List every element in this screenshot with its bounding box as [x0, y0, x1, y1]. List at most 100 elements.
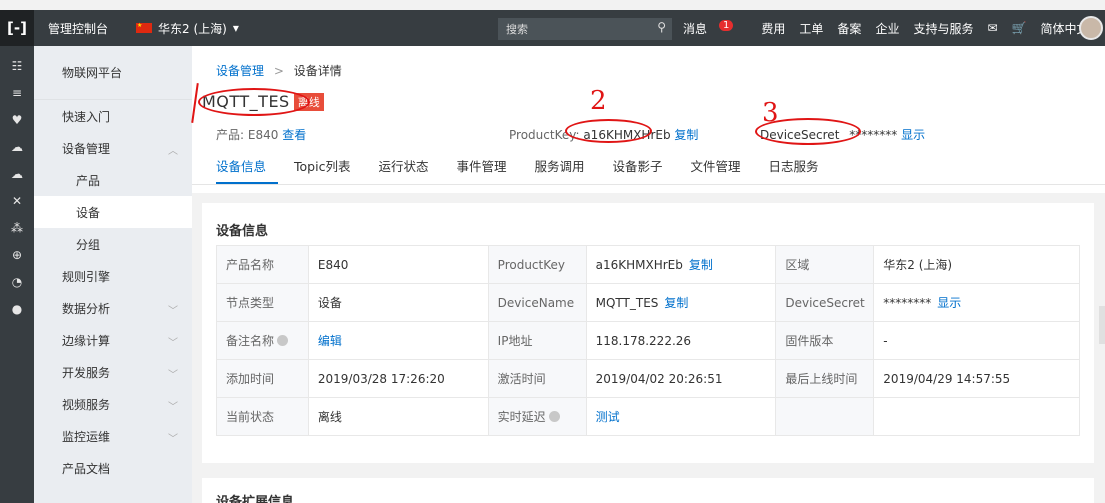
action-link[interactable]: 复制 — [664, 296, 688, 310]
search-icon[interactable]: ⚲ — [657, 20, 666, 34]
sidebar-item[interactable]: 开发服务 ﹀ — [34, 356, 192, 388]
billing-link[interactable]: 费用 — [761, 20, 785, 37]
field-label: DeviceName — [497, 295, 575, 310]
tab-device-shadow[interactable]: 设备影子 — [613, 156, 663, 182]
sidebar-item[interactable]: 设备管理 ︿ — [34, 132, 192, 164]
chevron-icon: ﹀ — [168, 306, 178, 317]
sidebar-item-label: 监控运维 — [62, 429, 111, 444]
field-value: 华东2 (上海) — [883, 258, 953, 272]
sidebar-item[interactable]: 分组 — [34, 228, 192, 260]
tab-run-status[interactable]: 运行状态 — [378, 156, 428, 182]
sidebar-item-label: 分组 — [76, 237, 101, 252]
enterprise-link[interactable]: 企业 — [875, 20, 899, 37]
field-value: E840 — [317, 257, 349, 272]
chevron-icon: ﹀ — [168, 402, 178, 413]
ticket-link[interactable]: 工单 — [799, 20, 823, 37]
table-key-cell — [775, 397, 875, 436]
top-navbar: [-] 管理控制台 华东2 (上海) ▾ 搜索 ⚲ 消息1 费用 工单 备案 企… — [0, 10, 1105, 46]
sidebar-item-label: 开发服务 — [62, 365, 111, 380]
menu-icon[interactable]: ≡ — [0, 79, 34, 106]
device-info-card: 设备信息 产品名称 E840 ProductKey a16KHMXHrEb 复制 区域 华东… — [202, 203, 1094, 463]
productkey-copy-link[interactable]: 复制 — [674, 128, 698, 142]
sidebar-item-label: 数据分析 — [62, 301, 111, 316]
grid-icon[interactable]: ☷ — [0, 52, 34, 79]
tab-device-info[interactable]: 设备信息 — [216, 156, 266, 182]
field-label: 添加时间 — [226, 372, 275, 386]
annotation-circle-1 — [198, 88, 310, 116]
field-value: a16KHMXHrEb — [595, 258, 683, 272]
product-meta: 产品: E840 查看 — [216, 126, 306, 143]
sidebar-item[interactable]: 数据分析 ﹀ — [34, 292, 192, 324]
sidebar-item[interactable]: 设备 — [34, 196, 192, 228]
tab-service-call[interactable]: 服务调用 — [535, 156, 585, 182]
console-link[interactable]: 管理控制台 — [48, 20, 108, 37]
field-value: ******** — [883, 296, 932, 310]
table-key-cell: 节点类型 — [216, 283, 309, 322]
product-label: 产品: E840 — [216, 128, 279, 142]
action-link[interactable]: 复制 — [689, 258, 713, 272]
gauge-icon[interactable]: ◔ — [0, 268, 34, 295]
field-label: 最后上线时间 — [785, 372, 858, 386]
table-key-cell: 产品名称 — [216, 245, 309, 284]
action-link[interactable]: 编辑 — [318, 334, 342, 348]
region-label: 华东2 (上海) — [158, 21, 227, 36]
messages-link[interactable]: 消息 1 — [683, 19, 747, 37]
heart-icon[interactable]: ♥ — [0, 106, 34, 133]
product-view-link[interactable]: 查看 — [282, 128, 306, 142]
breadcrumb: 设备管理 > 设备详情 — [216, 62, 342, 79]
cloud-alt-icon[interactable]: ☁ — [0, 160, 34, 187]
field-value: - — [883, 333, 888, 348]
product-icon-bar: ☷ ≡ ♥ ☁ ☁ ✕ ⁂ ⊕ ◔ ● — [0, 46, 34, 503]
avatar[interactable] — [1079, 16, 1103, 40]
tab-topic-list[interactable]: Topic列表 — [294, 156, 350, 182]
table-key-cell: 实时延迟 — [487, 397, 587, 436]
action-link[interactable]: 显示 — [937, 296, 961, 310]
help-icon[interactable] — [548, 411, 560, 422]
tab-log-service[interactable]: 日志服务 — [769, 156, 819, 182]
field-label: 备注名称 — [226, 334, 275, 348]
breadcrumb-device-management[interactable]: 设备管理 — [216, 64, 264, 78]
sidebar-item[interactable]: 视频服务 ﹀ — [34, 388, 192, 420]
sidebar-item-label: 产品 — [76, 173, 101, 188]
device-ext-title: 设备扩展信息 — [216, 495, 295, 503]
cloud-icon[interactable]: ☁ — [0, 133, 34, 160]
scrollbar[interactable] — [1099, 306, 1105, 344]
table-value-cell: 2019/04/29 14:57:55 — [873, 359, 1080, 398]
sidebar-item[interactable]: 规则引擎 — [34, 260, 192, 292]
help-icon[interactable] — [277, 335, 289, 346]
field-value: 2019/03/28 17:26:20 — [317, 371, 445, 386]
field-label: 区域 — [785, 258, 810, 272]
annotation-number-3: 3 — [762, 98, 779, 128]
sidebar-item-label: 设备 — [76, 205, 101, 220]
sidebar-item-label: 视频服务 — [62, 397, 111, 412]
sidebar-item[interactable]: 快速入门 — [34, 100, 192, 132]
field-value: 设备 — [317, 296, 342, 310]
devicesecret-show-link[interactable]: 显示 — [901, 128, 925, 142]
region-selector[interactable]: 华东2 (上海) ▾ — [136, 20, 239, 37]
cart-icon[interactable]: 🛒 — [1012, 21, 1027, 35]
sidebar-item[interactable]: 监控运维 ﹀ — [34, 420, 192, 452]
dot-icon[interactable]: ● — [0, 295, 34, 322]
sidebar-item[interactable]: 产品文档 — [34, 452, 192, 484]
cross-icon[interactable]: ✕ — [0, 187, 34, 214]
table-row: 添加时间 2019/03/28 17:26:20 激活时间 2019/04/02 20… — [216, 359, 1080, 398]
topbar-links: 消息 1 费用 工单 备案 企业 支持与服务 ✉ 🛒 简体中文 — [683, 10, 1103, 46]
sidebar-item[interactable]: 产品 — [34, 164, 192, 196]
action-link[interactable]: 测试 — [596, 410, 620, 424]
search-input[interactable]: 搜索 ⚲ — [498, 18, 672, 40]
sidebar-item[interactable]: 边缘计算 ﹀ — [34, 324, 192, 356]
table-value-cell: 编辑 — [307, 321, 489, 360]
table-value-cell — [873, 397, 1080, 436]
aliyun-logo-icon[interactable]: [-] — [0, 10, 34, 46]
network-icon[interactable]: ⁂ — [0, 214, 34, 241]
mail-icon[interactable]: ✉ — [987, 21, 997, 35]
support-link[interactable]: 支持与服务 — [913, 20, 973, 37]
message-count-badge: 1 — [719, 19, 734, 31]
device-info-table: 产品名称 E840 ProductKey a16KHMXHrEb 复制 区域 华东2 (上海… — [216, 245, 1080, 436]
globe-icon[interactable]: ⊕ — [0, 241, 34, 268]
tab-event-management[interactable]: 事件管理 — [456, 156, 506, 182]
icp-link[interactable]: 备案 — [837, 20, 861, 37]
chevron-down-icon: ▾ — [232, 21, 239, 35]
field-value: 2019/04/29 14:57:55 — [883, 371, 1011, 386]
tab-file-management[interactable]: 文件管理 — [691, 156, 741, 182]
